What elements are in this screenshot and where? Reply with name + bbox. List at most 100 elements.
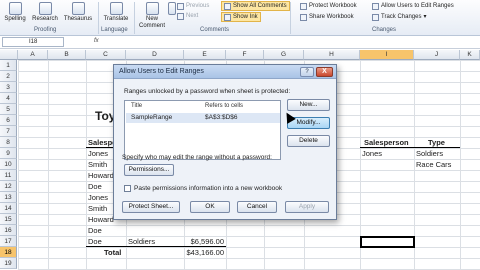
show-ink-icon — [224, 13, 231, 21]
column-header[interactable]: E — [184, 50, 226, 60]
previous-icon — [177, 2, 184, 10]
name-cell[interactable]: Howard — [88, 214, 114, 225]
list-column-refers: Refers to cells — [205, 103, 244, 109]
chevron-down-icon: ▾ — [423, 14, 427, 20]
name-cell[interactable]: Doe — [88, 181, 102, 192]
allow-users-icon — [372, 2, 379, 10]
permissions-button[interactable]: Permissions... — [124, 164, 174, 176]
name-cell[interactable]: Howard — [88, 170, 114, 181]
column-header[interactable]: A — [18, 50, 48, 60]
row-header[interactable]: 1 — [0, 60, 17, 71]
delete-range-button[interactable]: Delete — [287, 135, 330, 147]
new-range-button[interactable]: New... — [287, 99, 330, 111]
row-header[interactable]: 6 — [0, 115, 17, 126]
track-changes-button[interactable]: Track Changes ▾ — [372, 13, 426, 21]
type-cell[interactable]: Race Cars — [416, 159, 451, 170]
column-header[interactable]: B — [48, 50, 86, 60]
delete-comment-icon — [167, 2, 176, 15]
group-separator — [290, 2, 291, 34]
dialog-title-bar[interactable]: Allow Users to Edit Ranges ? X — [114, 65, 336, 79]
row-header[interactable]: 3 — [0, 82, 17, 93]
changes-group-label: Changes — [372, 27, 397, 33]
row-header[interactable]: 18 — [0, 247, 17, 258]
language-group-label: Language — [101, 27, 128, 33]
row-header[interactable]: 14 — [0, 203, 17, 214]
row-header[interactable]: 9 — [0, 148, 17, 159]
row-header[interactable]: 15 — [0, 214, 17, 225]
select-all-corner[interactable] — [0, 50, 18, 60]
name-cell[interactable]: Jones — [88, 148, 108, 159]
column-header[interactable]: G — [264, 50, 304, 60]
row-header[interactable]: 10 — [0, 159, 17, 170]
protect-sheet-button[interactable]: Protect Sheet... — [122, 201, 180, 213]
ribbon: Spelling Research Thesaurus Proofing Tra… — [0, 0, 480, 36]
thesaurus-button[interactable]: Thesaurus — [61, 2, 95, 23]
spelling-button[interactable]: Spelling — [2, 2, 28, 23]
share-workbook-button[interactable]: Share Workbook — [300, 13, 354, 21]
cancel-button[interactable]: Cancel — [237, 201, 277, 213]
paste-permissions-checkbox[interactable] — [124, 185, 131, 192]
row-header[interactable]: 4 — [0, 93, 17, 104]
column-header[interactable]: K — [460, 50, 480, 60]
allow-users-edit-ranges-dialog: Allow Users to Edit Ranges ? X Ranges un… — [113, 64, 337, 220]
specify-label: Specify who may edit the range without a… — [122, 154, 272, 161]
show-ink-button[interactable]: Show Ink — [221, 12, 261, 22]
allow-users-edit-ranges-button[interactable]: Allow Users to Edit Ranges — [372, 2, 454, 10]
row-header[interactable]: 16 — [0, 225, 17, 236]
grid-line — [48, 60, 49, 270]
grid-line — [460, 60, 461, 270]
range-ref[interactable]: $A$3:$D$6 — [205, 114, 238, 121]
row-header[interactable]: 8 — [0, 137, 17, 148]
row-header[interactable]: 19 — [0, 258, 17, 269]
track-changes-icon — [372, 13, 379, 21]
dialog-title: Allow Users to Edit Ranges — [119, 68, 204, 75]
range-title[interactable]: SampleRange — [131, 114, 172, 121]
new-comment-button[interactable]: New Comment — [136, 2, 168, 30]
row-header[interactable]: 2 — [0, 71, 17, 82]
new-comment-icon — [145, 2, 159, 15]
next-comment-button[interactable]: Next — [177, 12, 198, 20]
row-header[interactable]: 5 — [0, 104, 17, 115]
name-cell[interactable]: Doe — [88, 225, 102, 236]
name-cell[interactable]: Smith — [88, 203, 107, 214]
column-header[interactable]: C — [86, 50, 126, 60]
column-header[interactable]: I — [360, 50, 414, 60]
salesperson-cell[interactable]: Jones — [362, 148, 382, 159]
research-icon — [38, 2, 52, 15]
type-cell[interactable]: Soldiers — [416, 148, 443, 159]
row-header[interactable]: 13 — [0, 192, 17, 203]
column-header[interactable]: F — [226, 50, 264, 60]
ok-button[interactable]: OK — [190, 201, 230, 213]
column-header[interactable]: H — [304, 50, 360, 60]
name-box[interactable]: I18 — [2, 37, 64, 47]
comments-group-label: Comments — [200, 27, 230, 33]
name-cell[interactable]: Jones — [88, 192, 108, 203]
column-header[interactable]: J — [414, 50, 460, 60]
column-header[interactable]: D — [126, 50, 184, 60]
row-header[interactable]: 7 — [0, 126, 17, 137]
delete-comment-button[interactable] — [167, 2, 176, 16]
row-header[interactable]: 12 — [0, 181, 17, 192]
row-header[interactable]: 17 — [0, 236, 17, 247]
apply-button[interactable]: Apply — [285, 201, 329, 213]
close-button[interactable]: X — [316, 67, 333, 77]
proofing-group-label: Proofing — [34, 27, 57, 33]
translate-button[interactable]: Translate — [101, 2, 131, 23]
share-workbook-icon — [300, 13, 307, 21]
active-cell-I18[interactable] — [360, 236, 415, 248]
formula-bar: I18 fx — [0, 36, 480, 49]
total-label-cell[interactable]: Total — [104, 247, 121, 258]
grid-line — [86, 60, 87, 270]
row-header[interactable]: 11 — [0, 170, 17, 181]
ranges-listbox[interactable]: Title Refers to cells SampleRange $A$3:$… — [124, 100, 281, 160]
name-cell[interactable]: Smith — [88, 159, 107, 170]
previous-comment-button[interactable]: Previous — [177, 2, 209, 10]
translate-icon — [109, 2, 123, 15]
show-all-comments-button[interactable]: Show All Comments — [221, 1, 290, 11]
protect-workbook-button[interactable]: Protect Workbook — [300, 2, 357, 10]
ranges-unlocked-label: Ranges unlocked by a password when sheet… — [124, 88, 291, 95]
total-amount-cell[interactable]: $43,166.00 — [180, 247, 224, 258]
fx-icon[interactable]: fx — [94, 38, 99, 44]
research-button[interactable]: Research — [30, 2, 60, 23]
help-button[interactable]: ? — [300, 67, 314, 77]
